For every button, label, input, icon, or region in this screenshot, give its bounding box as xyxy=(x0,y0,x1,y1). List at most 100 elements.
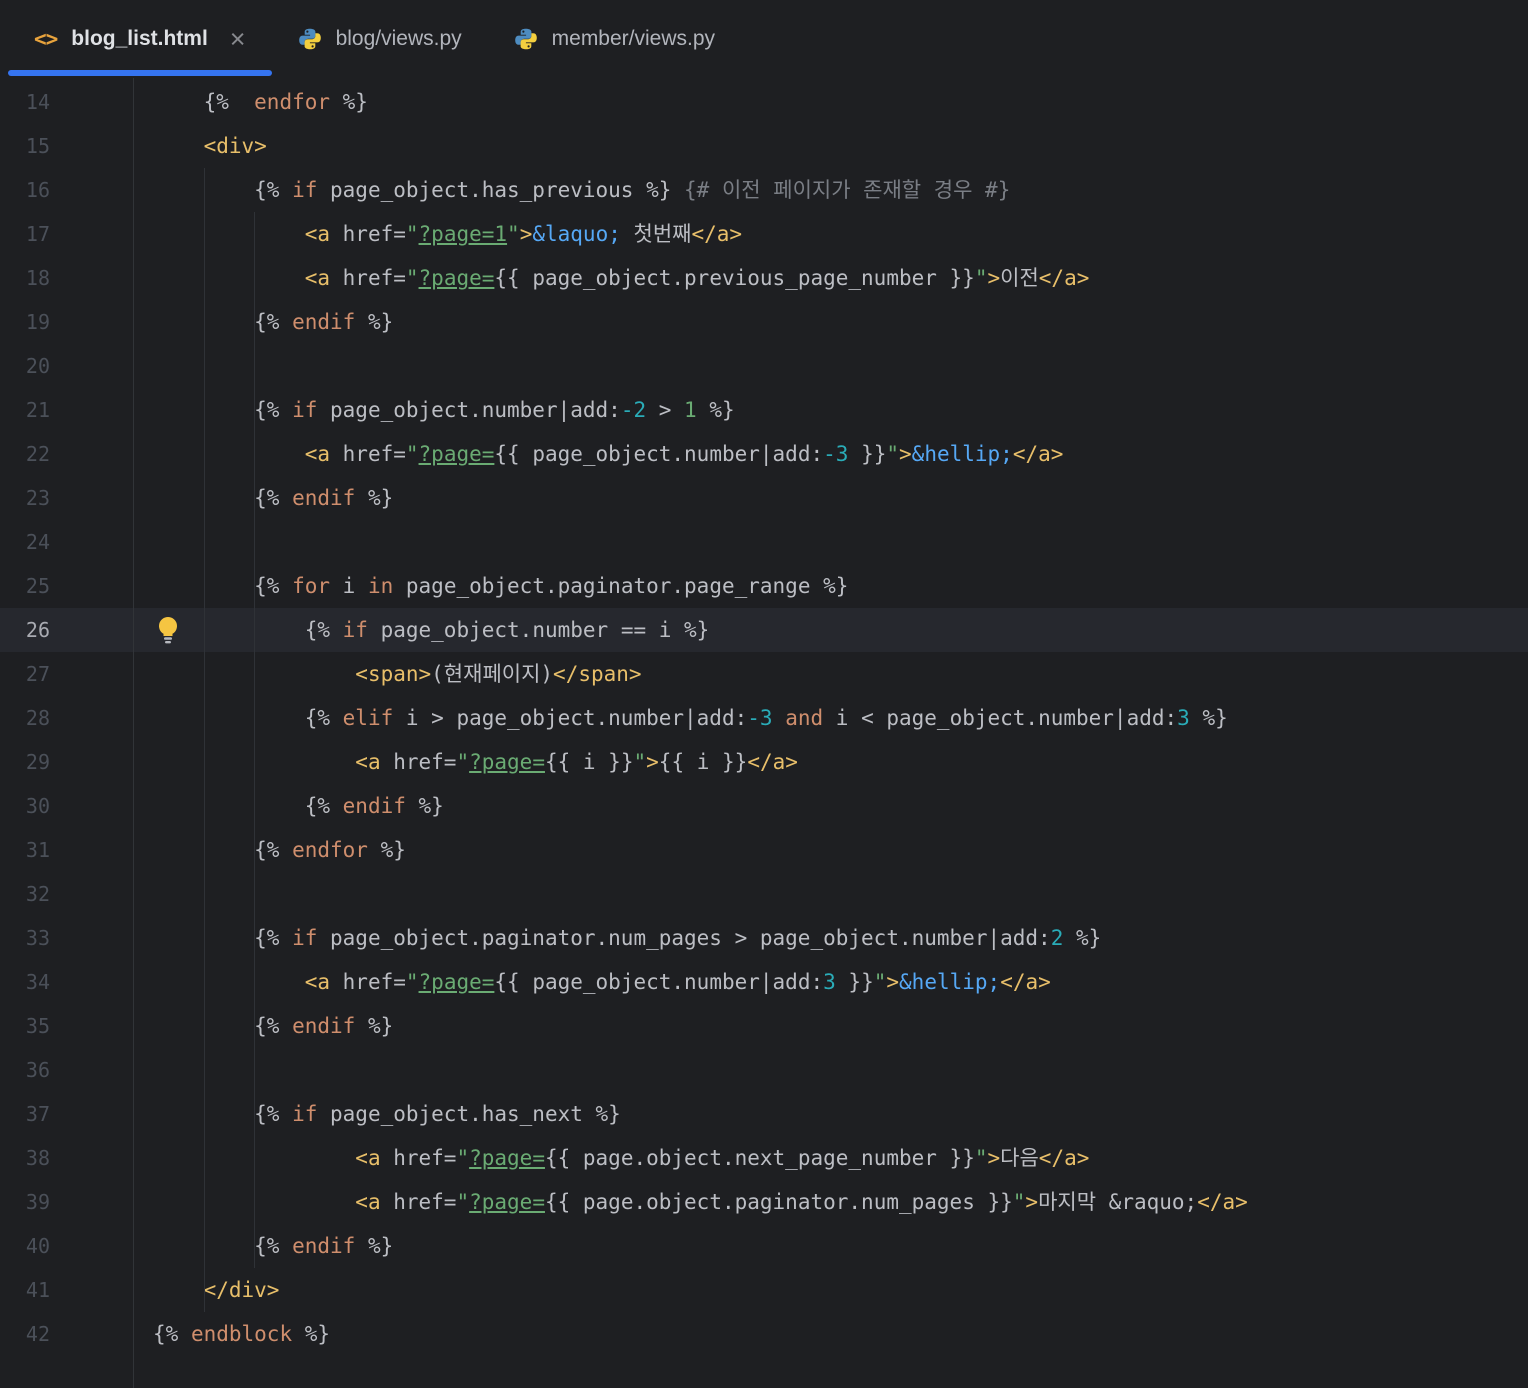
code-text: <a href="?page={{ page.object.next_page_… xyxy=(133,1136,1528,1180)
code-line[interactable]: 21 {% if page_object.number|add:-2 > 1 %… xyxy=(0,388,1528,432)
line-number[interactable]: 14 xyxy=(0,80,133,124)
line-number[interactable]: 17 xyxy=(0,212,133,256)
close-tab-icon[interactable]: × xyxy=(230,25,246,53)
tab-blog-views-py[interactable]: blog/views.py xyxy=(272,0,488,78)
code-token: " xyxy=(405,970,419,994)
line-number[interactable]: 15 xyxy=(0,124,133,168)
line-number[interactable]: 16 xyxy=(0,168,133,212)
html-file-icon: <> xyxy=(34,27,58,51)
code-token: {% xyxy=(153,838,293,862)
code-line[interactable]: 26 {% if page_object.number == i %} xyxy=(0,608,1528,652)
line-number[interactable]: 24 xyxy=(0,520,133,564)
intention-bulb-icon[interactable] xyxy=(155,615,181,645)
line-number[interactable]: 25 xyxy=(0,564,133,608)
code-token: " xyxy=(974,1146,988,1170)
line-number[interactable]: 27 xyxy=(0,652,133,696)
line-number[interactable]: 20 xyxy=(0,344,133,388)
code-line[interactable]: 17 <a href="?page=1">&laquo; 첫번째</a> xyxy=(0,212,1528,256)
code-token: {% xyxy=(153,706,343,730)
line-number[interactable]: 40 xyxy=(0,1224,133,1268)
code-line[interactable]: 40 {% endif %} xyxy=(0,1224,1528,1268)
code-line[interactable]: 39 <a href="?page={{ page.object.paginat… xyxy=(0,1180,1528,1224)
code-token: > xyxy=(886,970,900,994)
tab-label: blog/views.py xyxy=(335,27,462,50)
code-token: " xyxy=(405,442,419,466)
code-token: href= xyxy=(380,1146,457,1170)
code-line[interactable]: 19 {% endif %} xyxy=(0,300,1528,344)
line-number[interactable]: 18 xyxy=(0,256,133,300)
line-number[interactable]: 29 xyxy=(0,740,133,784)
code-line[interactable]: 15 <div> xyxy=(0,124,1528,168)
code-line[interactable]: 36 xyxy=(0,1048,1528,1092)
code-line[interactable]: 35 {% endif %} xyxy=(0,1004,1528,1048)
code-text: {% endif %} xyxy=(133,476,1528,520)
code-token: {% xyxy=(153,178,293,202)
line-number[interactable]: 23 xyxy=(0,476,133,520)
code-line[interactable]: 24 xyxy=(0,520,1528,564)
line-number[interactable]: 41 xyxy=(0,1268,133,1312)
line-number[interactable]: 22 xyxy=(0,432,133,476)
line-number[interactable]: 39 xyxy=(0,1180,133,1224)
code-line[interactable]: 33 {% if page_object.paginator.num_pages… xyxy=(0,916,1528,960)
line-number[interactable]: 21 xyxy=(0,388,133,432)
line-number[interactable]: 35 xyxy=(0,1004,133,1048)
line-number[interactable]: 36 xyxy=(0,1048,133,1092)
code-line[interactable]: 38 <a href="?page={{ page.object.next_pa… xyxy=(0,1136,1528,1180)
code-text: <a href="?page={{ i }}">{{ i }}</a> xyxy=(133,740,1528,784)
code-line[interactable]: 20 xyxy=(0,344,1528,388)
line-number[interactable]: 19 xyxy=(0,300,133,344)
code-line[interactable]: 30 {% endif %} xyxy=(0,784,1528,828)
code-token: %} xyxy=(696,398,735,422)
line-number[interactable]: 34 xyxy=(0,960,133,1004)
code-token: {% xyxy=(153,310,293,334)
code-text: {% endif %} xyxy=(133,1224,1528,1268)
code-token: 3 xyxy=(823,970,836,994)
line-number[interactable]: 30 xyxy=(0,784,133,828)
code-token: </a> xyxy=(747,750,798,774)
code-text: <a href="?page={{ page_object.number|add… xyxy=(133,432,1528,476)
code-token: > xyxy=(646,750,659,774)
code-token: {% xyxy=(153,1234,293,1258)
code-token: {% xyxy=(153,926,293,950)
code-line[interactable]: 34 <a href="?page={{ page_object.number|… xyxy=(0,960,1528,1004)
code-line[interactable]: 28 {% elif i > page_object.number|add:-3… xyxy=(0,696,1528,740)
code-line[interactable]: 16 {% if page_object.has_previous %} {# … xyxy=(0,168,1528,212)
line-number[interactable]: 28 xyxy=(0,696,133,740)
code-text: {% endblock %} xyxy=(133,1312,1528,1356)
code-token: <a xyxy=(355,1190,381,1214)
code-token: ?page= xyxy=(418,442,495,466)
line-number[interactable]: 26 xyxy=(0,608,133,652)
code-token: href= xyxy=(380,1190,457,1214)
code-line[interactable]: 14 {% endfor %} xyxy=(0,80,1528,124)
ide-window: <> blog_list.html × blog/views.py member… xyxy=(0,0,1528,1388)
code-text: {% if page_object.number == i %} xyxy=(133,608,1528,652)
code-line[interactable]: 23 {% endif %} xyxy=(0,476,1528,520)
code-line[interactable]: 25 {% for i in page_object.paginator.pag… xyxy=(0,564,1528,608)
code-line[interactable]: 18 <a href="?page={{ page_object.previou… xyxy=(0,256,1528,300)
code-line[interactable]: 22 <a href="?page={{ page_object.number|… xyxy=(0,432,1528,476)
code-line[interactable]: 31 {% endfor %} xyxy=(0,828,1528,872)
code-token: endfor xyxy=(292,838,368,862)
line-number[interactable]: 42 xyxy=(0,1312,133,1356)
code-line[interactable]: 27 <span>(현재페이지)</span> xyxy=(0,652,1528,696)
code-line[interactable]: 41 </div> xyxy=(0,1268,1528,1312)
line-number[interactable]: 38 xyxy=(0,1136,133,1180)
line-number[interactable]: 31 xyxy=(0,828,133,872)
line-number[interactable]: 33 xyxy=(0,916,133,960)
code-token: %} xyxy=(355,486,394,510)
tab-member-views-py[interactable]: member/views.py xyxy=(488,0,741,78)
code-line[interactable]: 37 {% if page_object.has_next %} xyxy=(0,1092,1528,1136)
code-text: {% endfor %} xyxy=(133,80,1528,124)
code-line[interactable]: 32 xyxy=(0,872,1528,916)
tab-blog-list-html[interactable]: <> blog_list.html × xyxy=(8,0,272,78)
code-token: " xyxy=(873,970,887,994)
code-line[interactable]: 42 {% endblock %} xyxy=(0,1312,1528,1356)
line-number[interactable]: 32 xyxy=(0,872,133,916)
code-token: 2 xyxy=(1050,926,1064,950)
code-token: ?page= xyxy=(469,1146,545,1170)
code-line[interactable]: 29 <a href="?page={{ i }}">{{ i }}</a> xyxy=(0,740,1528,784)
line-number[interactable]: 37 xyxy=(0,1092,133,1136)
